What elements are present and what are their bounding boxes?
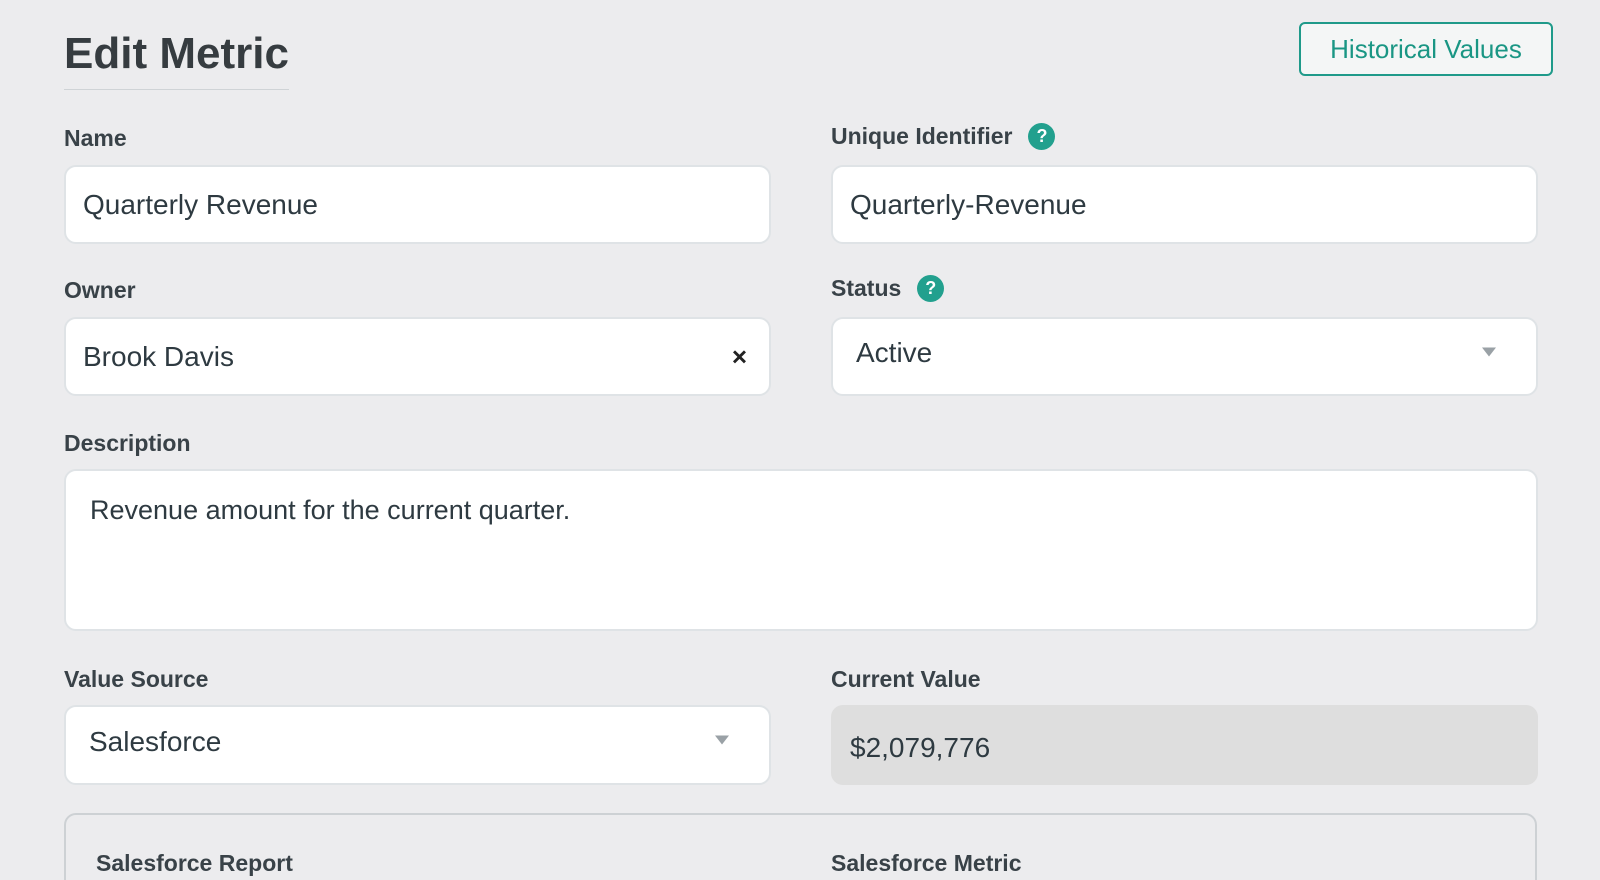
salesforce-metric-label: Salesforce Metric — [831, 850, 1021, 877]
value-source-select[interactable]: Salesforce — [64, 705, 771, 785]
value-source-chevron-down-icon — [715, 735, 729, 745]
owner-select-value: Brook Davis — [83, 340, 234, 372]
unique-identifier-input[interactable]: Quarterly-Revenue — [831, 165, 1538, 244]
status-chevron-down-icon — [1482, 347, 1496, 357]
historical-values-button[interactable]: Historical Values — [1299, 22, 1553, 76]
salesforce-metric-label-text: Salesforce Metric — [831, 850, 1022, 876]
status-select[interactable]: Active — [831, 317, 1538, 396]
salesforce-report-label: Salesforce Report — [96, 850, 293, 877]
owner-select[interactable]: Brook Davis × — [64, 317, 771, 396]
status-label: Status ? — [831, 275, 945, 302]
status-label-text: Status — [831, 275, 902, 301]
name-label: Name — [64, 125, 127, 152]
unique-identifier-help-icon[interactable]: ? — [1028, 123, 1056, 150]
name-input-value: Quarterly Revenue — [83, 188, 319, 220]
name-input[interactable]: Quarterly Revenue — [64, 165, 771, 244]
owner-label-text: Owner — [64, 277, 136, 303]
unique-identifier-label: Unique Identifier ? — [831, 123, 1056, 150]
current-value-field: $2,079,776 — [831, 705, 1538, 785]
current-value-label: Current Value — [831, 666, 981, 693]
unique-identifier-input-value: Quarterly-Revenue — [850, 188, 1087, 220]
description-textarea-value: Revenue amount for the current quarter. — [90, 495, 571, 525]
description-textarea[interactable]: Revenue amount for the current quarter. — [64, 469, 1538, 631]
unique-identifier-label-text: Unique Identifier — [831, 123, 1013, 149]
status-help-icon[interactable]: ? — [917, 275, 945, 302]
page-title: Edit Metric — [64, 28, 289, 90]
owner-label: Owner — [64, 277, 136, 304]
value-source-label: Value Source — [64, 666, 208, 693]
status-select-value: Active — [856, 336, 933, 368]
description-label-text: Description — [64, 430, 191, 456]
description-label: Description — [64, 430, 191, 457]
current-value-field-value: $2,079,776 — [850, 732, 991, 763]
value-source-select-value: Salesforce — [89, 726, 222, 757]
name-label-text: Name — [64, 125, 127, 151]
edit-metric-page: Edit Metric Historical Values Name Quart… — [0, 0, 1600, 880]
salesforce-report-label-text: Salesforce Report — [96, 850, 293, 876]
current-value-label-text: Current Value — [831, 666, 981, 692]
value-source-label-text: Value Source — [64, 666, 209, 692]
owner-clear-icon[interactable]: × — [732, 341, 747, 372]
